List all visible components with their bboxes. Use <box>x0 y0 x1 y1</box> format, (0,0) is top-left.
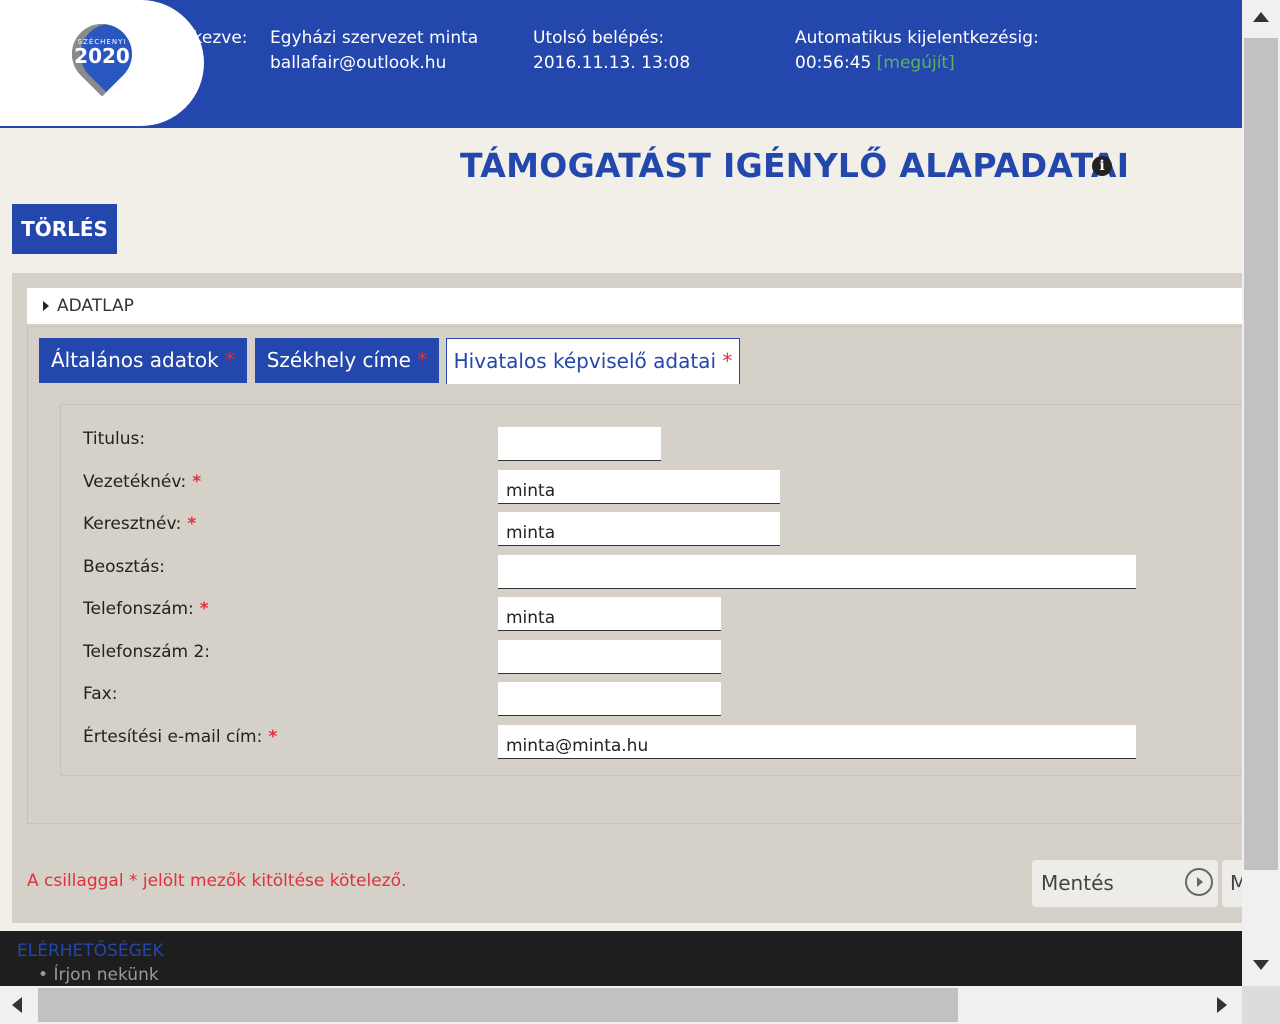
field-label-text: Telefonszám: <box>83 599 194 619</box>
scroll-right-icon[interactable] <box>1217 997 1227 1013</box>
section-header[interactable]: ADATLAP <box>27 288 1242 324</box>
telefonszam2-label: Telefonszám 2: <box>83 642 210 662</box>
info-icon[interactable]: i <box>1092 156 1112 176</box>
next-button[interactable]: M <box>1222 860 1242 907</box>
field-label-text: Vezetéknév: <box>83 472 187 492</box>
header-bar: SZÉCHENYI 2020 tkezve: Egyházi szervezet… <box>0 0 1242 128</box>
fax-label: Fax: <box>83 684 117 704</box>
footer-title: ELÉRHETŐSÉGEK <box>17 941 164 961</box>
horizontal-scroll-thumb[interactable] <box>38 988 958 1022</box>
auto-logout-row: 00:56:45 [megújít] <box>795 51 1039 76</box>
renew-link[interactable]: [megújít] <box>877 53 955 73</box>
last-login-value: 2016.11.13. 13:08 <box>533 53 691 73</box>
keresztnev-input[interactable] <box>498 512 780 546</box>
tab-label: Székhely címe <box>266 348 411 372</box>
email-input[interactable] <box>498 725 1136 759</box>
required-star: * <box>722 349 733 373</box>
keresztnev-label: Keresztnév: * <box>83 514 196 534</box>
user-info: Egyházi szervezet minta ballafair@outloo… <box>270 26 478 76</box>
tab-label: Általános adatok <box>50 348 219 372</box>
required-star: * <box>268 727 278 747</box>
field-label-text: Keresztnév: <box>83 514 182 534</box>
user-email: ballafair@outlook.hu <box>270 53 447 73</box>
scrollbar-corner <box>1242 986 1280 1024</box>
tab-hivatalos-kepviselo[interactable]: Hivatalos képviselő adatai * <box>446 338 740 384</box>
save-label: Mentés <box>1041 871 1114 895</box>
field-label-text: Beosztás: <box>83 557 165 577</box>
vertical-scrollbar[interactable] <box>1242 0 1280 986</box>
org-name: Egyházi szervezet minta <box>270 28 479 48</box>
scroll-up-icon[interactable] <box>1253 12 1269 22</box>
page-title: TÁMOGATÁST IGÉNYLŐ ALAPADATAI <box>460 146 1130 185</box>
telefonszam-input[interactable] <box>498 597 721 631</box>
last-login: Utolsó belépés: 2016.11.13. 13:08 <box>533 26 690 76</box>
footer: ELÉRHETŐSÉGEK • Írjon nekünk <box>0 931 1242 986</box>
required-star: * <box>192 472 202 492</box>
fax-input[interactable] <box>498 682 721 716</box>
required-star: * <box>199 599 209 619</box>
vezeteknev-label: Vezetéknév: * <box>83 472 201 492</box>
szechenyi-logo[interactable]: SZÉCHENYI 2020 <box>0 0 204 126</box>
auto-logout-label: Automatikus kijelentkezésig: <box>795 28 1039 48</box>
beosztas-label: Beosztás: <box>83 557 165 577</box>
tab-label: Hivatalos képviselő adatai <box>453 349 716 373</box>
beosztas-input[interactable] <box>498 555 1136 589</box>
telefonszam2-input[interactable] <box>498 640 721 674</box>
tab-altalanos-adatok[interactable]: Általános adatok * <box>39 338 247 383</box>
vertical-scroll-thumb[interactable] <box>1244 38 1278 870</box>
scroll-left-icon[interactable] <box>12 997 22 1013</box>
delete-button[interactable]: TÖRLÉS <box>12 204 117 254</box>
email-label: Értesítési e-mail cím: * <box>83 727 277 747</box>
field-label-text: Fax: <box>83 684 118 704</box>
play-circle-icon <box>1185 868 1213 896</box>
required-star: * <box>225 348 236 372</box>
field-label-text: Telefonszám 2: <box>83 642 211 662</box>
section-label: ADATLAP <box>57 296 134 316</box>
last-login-label: Utolsó belépés: <box>533 28 665 48</box>
tab-szekhely-cime[interactable]: Székhely címe * <box>255 338 439 383</box>
caret-right-icon <box>43 301 49 311</box>
footer-item[interactable]: • Írjon nekünk <box>38 965 159 985</box>
mandatory-note: A csillaggal * jelölt mezők kitöltése kö… <box>27 871 407 891</box>
horizontal-scrollbar[interactable] <box>0 986 1242 1024</box>
save-button[interactable]: Mentés <box>1032 860 1218 907</box>
auto-logout-time: 00:56:45 <box>795 53 872 73</box>
field-label-text: Értesítési e-mail cím: <box>83 727 263 747</box>
login-label: tkezve: <box>186 28 248 48</box>
vezeteknev-input[interactable] <box>498 470 780 504</box>
telefonszam-label: Telefonszám: * <box>83 599 209 619</box>
footer-item-label: Írjon nekünk <box>53 965 159 985</box>
logo-text: SZÉCHENYI 2020 <box>68 38 136 66</box>
required-star: * <box>187 514 197 534</box>
required-star: * <box>417 348 428 372</box>
titulus-label: Titulus: <box>83 429 145 449</box>
titulus-input[interactable] <box>498 427 661 461</box>
logo-big-text: 2020 <box>74 44 130 68</box>
auto-logout: Automatikus kijelentkezésig: 00:56:45 [m… <box>795 26 1039 76</box>
field-label-text: Titulus: <box>83 429 146 449</box>
scroll-down-icon[interactable] <box>1253 960 1269 970</box>
